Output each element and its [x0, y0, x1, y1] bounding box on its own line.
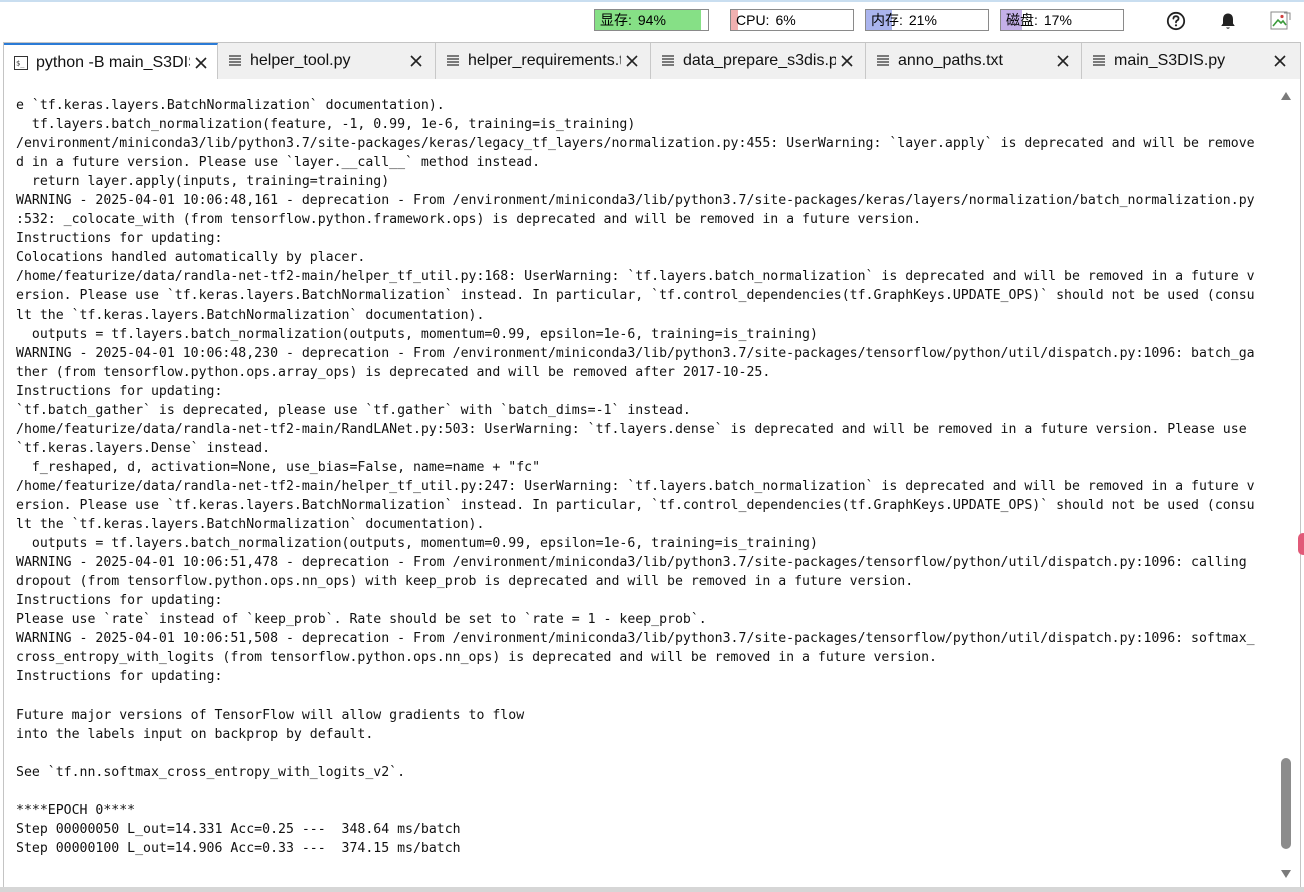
tab-label: anno_paths.txt	[898, 52, 1003, 69]
edge-indicator	[1298, 533, 1304, 555]
console-line: `tf.keras.layers.Dense` instead.	[16, 440, 271, 456]
console-line: /environment/miniconda3/lib/python3.7/si…	[16, 136, 1255, 152]
close-icon[interactable]	[838, 52, 856, 70]
document-lines-icon	[1092, 54, 1106, 68]
bell-icon[interactable]	[1217, 10, 1239, 32]
console-line: tf.layers.batch_normalization(feature, -…	[16, 117, 636, 133]
memory-label: 内存:	[871, 12, 903, 28]
document-lines-icon	[446, 54, 460, 68]
gpu-memory-label: 显存:	[600, 12, 632, 28]
console-line: dropout (from tensorflow.python.ops.nn_o…	[16, 574, 914, 590]
tab-label: python -B main_S3DIS	[36, 54, 190, 71]
console-line: outputs = tf.layers.batch_normalization(…	[16, 326, 818, 342]
tab-label: main_S3DIS.py	[1114, 52, 1226, 69]
console-line: Colocations handled automatically by pla…	[16, 250, 366, 266]
console-line: Instructions for updating:	[16, 383, 223, 399]
vertical-scrollbar[interactable]	[1276, 88, 1296, 882]
console-line: /home/featurize/data/randla-net-tf2-main…	[16, 269, 1255, 285]
tab-label: helper_tool.py	[250, 52, 351, 69]
console-line: ****EPOCH 0****	[16, 802, 136, 818]
console-line: /home/featurize/data/randla-net-tf2-main…	[16, 478, 1255, 494]
tab-label: data_prepare_s3dis.py	[683, 52, 836, 69]
document-lines-icon	[661, 54, 675, 68]
cpu-label: CPU:	[736, 12, 770, 28]
console-line: ersion. Please use `tf.keras.layers.Batc…	[16, 497, 1255, 513]
disk-value: 17%	[1043, 12, 1072, 28]
system-status-bar: 显存: 94% CPU: 6% 内存: 21% 磁盘: 17%	[0, 0, 1304, 37]
console-line: lt the `tf.keras.layers.BatchNormalizati…	[16, 517, 485, 533]
editor-tab-bar: $_ python -B main_S3DIS helper_tool.py h…	[3, 42, 1301, 79]
close-icon[interactable]	[192, 54, 210, 72]
console-line: `tf.batch_gather` is deprecated, please …	[16, 402, 691, 418]
console-line: Please use `rate` instead of `keep_prob`…	[16, 612, 707, 628]
console-line: outputs = tf.layers.batch_normalization(…	[16, 536, 818, 552]
cpu-meter: CPU: 6%	[730, 9, 854, 31]
console-line: e `tf.keras.layers.BatchNormalization` d…	[16, 98, 445, 113]
tab-anno-paths[interactable]: anno_paths.txt	[866, 43, 1082, 79]
console-line: f_reshaped, d, activation=None, use_bias…	[16, 459, 541, 475]
triangle-up-icon[interactable]	[1280, 90, 1292, 102]
console-line: Instructions for updating:	[16, 593, 223, 609]
svg-text:$_: $_	[16, 60, 25, 68]
tab-terminal-main-s3dis[interactable]: $_ python -B main_S3DIS	[4, 43, 218, 79]
memory-value: 21%	[908, 12, 937, 28]
help-circle-icon[interactable]	[1165, 10, 1187, 32]
scrollbar-thumb[interactable]	[1281, 757, 1291, 849]
console-line: cross_entropy_with_logits (from tensorfl…	[16, 650, 937, 666]
gpu-memory-meter: 显存: 94%	[594, 9, 709, 31]
memory-meter: 内存: 21%	[865, 9, 989, 31]
console-line: d in a future version. Please use `layer…	[16, 155, 541, 171]
disk-meter: 磁盘: 17%	[1000, 9, 1124, 31]
window-bottom-border	[0, 887, 1304, 892]
cpu-value: 6%	[775, 12, 796, 28]
close-icon[interactable]	[1271, 52, 1289, 70]
console-line: Step 00000050 L_out=14.331 Acc=0.25 --- …	[16, 821, 461, 837]
console-line: WARNING - 2025-04-01 10:06:48,161 - depr…	[16, 193, 1255, 209]
console-line: :532: _colocate_with (from tensorflow.py…	[16, 212, 922, 228]
console-line: WARNING - 2025-04-01 10:06:51,508 - depr…	[16, 631, 1255, 647]
console-line: WARNING - 2025-04-01 10:06:51,478 - depr…	[16, 555, 1247, 571]
console-line: WARNING - 2025-04-01 10:06:48,230 - depr…	[16, 345, 1255, 361]
console-line: lt the `tf.keras.layers.BatchNormalizati…	[16, 307, 485, 323]
console-line: ersion. Please use `tf.keras.layers.Batc…	[16, 288, 1255, 304]
tab-label: helper_requirements.txt	[468, 52, 621, 69]
console-line: ther (from tensorflow.python.ops.array_o…	[16, 364, 771, 380]
close-icon[interactable]	[1054, 52, 1072, 70]
console-line: See `tf.nn.softmax_cross_entropy_with_lo…	[16, 764, 406, 780]
console-line: Future major versions of TensorFlow will…	[16, 707, 525, 723]
close-icon[interactable]	[407, 52, 425, 70]
console-line: Instructions for updating:	[16, 231, 223, 247]
console-line: /home/featurize/data/randla-net-tf2-main…	[16, 421, 1247, 437]
terminal-window: 显存: 94% CPU: 6% 内存: 21% 磁盘: 17% $_ pytho…	[0, 0, 1304, 892]
terminal-icon: $_	[14, 56, 28, 70]
disk-label: 磁盘:	[1006, 12, 1038, 28]
console-line: into the labels input on backprop by def…	[16, 726, 374, 742]
tab-helper-tool[interactable]: helper_tool.py	[218, 43, 436, 79]
console-line: Instructions for updating:	[16, 669, 223, 685]
terminal-output-text[interactable]: e `tf.keras.layers.BatchNormalization` d…	[16, 96, 1266, 858]
console-line: Step 00000100 L_out=14.906 Acc=0.33 --- …	[16, 840, 461, 856]
tab-helper-requirements[interactable]: helper_requirements.txt	[436, 43, 651, 79]
tab-main-s3dis[interactable]: main_S3DIS.py	[1082, 43, 1300, 79]
triangle-down-icon[interactable]	[1280, 868, 1292, 880]
close-icon[interactable]	[623, 52, 641, 70]
gpu-memory-value: 94%	[637, 12, 666, 28]
document-lines-icon	[876, 54, 890, 68]
terminal-output-panel[interactable]: e `tf.keras.layers.BatchNormalization` d…	[3, 79, 1301, 887]
broken-image-icon[interactable]	[1270, 10, 1292, 32]
console-line: return layer.apply(inputs, training=trai…	[16, 174, 390, 190]
document-lines-icon	[228, 54, 242, 68]
tab-data-prepare-s3dis[interactable]: data_prepare_s3dis.py	[651, 43, 866, 79]
